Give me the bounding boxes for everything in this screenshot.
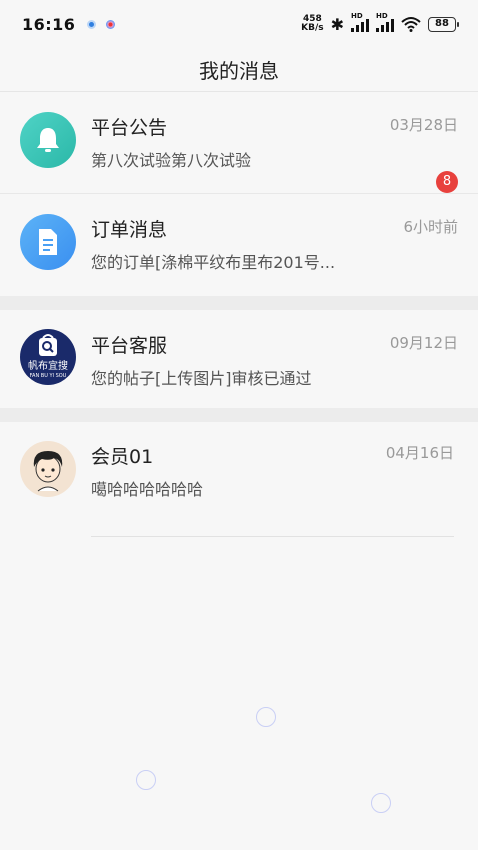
signal-icon: HD [351,12,369,32]
page-title: 我的消息 [199,59,279,83]
section-gap [0,408,478,422]
divider [91,536,454,537]
message-title: 订单消息 [91,219,168,241]
network-speed: 458 KB/s [301,15,323,33]
message-list: 平台公告 03月28日 第八次试验第八次试验 订单消息 6小时前 您的订单[涤棉… [0,92,478,538]
message-preview: 第八次试验第八次试验 [91,151,252,170]
status-indicators: 458 KB/s ✱ HD HD 88 [301,12,459,34]
message-item-announcement[interactable]: 平台公告 03月28日 第八次试验第八次试验 [0,92,478,194]
message-preview: 您的订单[涤棉平纹布里布201号... [91,253,336,272]
bluetooth-icon: ✱ [330,14,344,34]
member-avatar [20,441,76,497]
message-item-member[interactable]: 会员01 04月16日 噶哈哈哈哈哈哈 [0,422,478,538]
logo-subtext: FAN BU YI SOU [30,373,67,379]
message-item-orders[interactable]: 订单消息 6小时前 您的订单[涤棉平纹布里布201号... [0,194,478,296]
wifi-icon [401,17,421,32]
announcement-avatar [20,112,76,168]
status-bar: 16:16 458 KB/s ✱ HD HD 88 [0,0,478,48]
status-time: 16:16 [22,14,76,34]
logo-text: 帆布宜搜 [28,359,68,372]
user-avatar-icon [33,451,63,492]
message-time: 03月28日 [389,116,458,134]
message-time: 09月12日 [389,334,458,352]
message-title: 平台客服 [91,335,168,357]
message-item-service[interactable]: 帆布宜搜 FAN BU YI SOU 平台客服 09月12日 您的帖子[上传图片… [0,310,478,408]
decor-circle [256,707,276,727]
signal-icon-2: HD [376,12,394,32]
message-title: 平台公告 [91,117,168,139]
service-avatar: 帆布宜搜 FAN BU YI SOU [20,329,76,385]
unread-badge: 8 [436,171,458,193]
hd-label-2: HD [376,12,388,20]
message-time: 04月16日 [385,444,454,462]
hd-label: HD [351,12,363,20]
search-bag-logo-icon: 帆布宜搜 FAN BU YI SOU [28,334,68,379]
message-preview: 噶哈哈哈哈哈哈 [91,480,204,499]
decor-circle [136,770,156,790]
decor-circle [371,793,391,813]
notification-app-icon-2 [106,19,116,29]
notification-app-icon [87,19,97,29]
orders-avatar [20,214,76,270]
net-speed-unit: KB/s [301,23,324,33]
bell-icon [37,128,59,152]
message-preview: 您的帖子[上传图片]审核已通过 [91,369,312,388]
section-gap [0,296,478,310]
header: 我的消息 [0,48,478,92]
document-icon [39,229,57,255]
message-time: 6小时前 [403,218,458,236]
message-title: 会员01 [91,446,154,468]
battery-icon: 88 [428,16,459,32]
